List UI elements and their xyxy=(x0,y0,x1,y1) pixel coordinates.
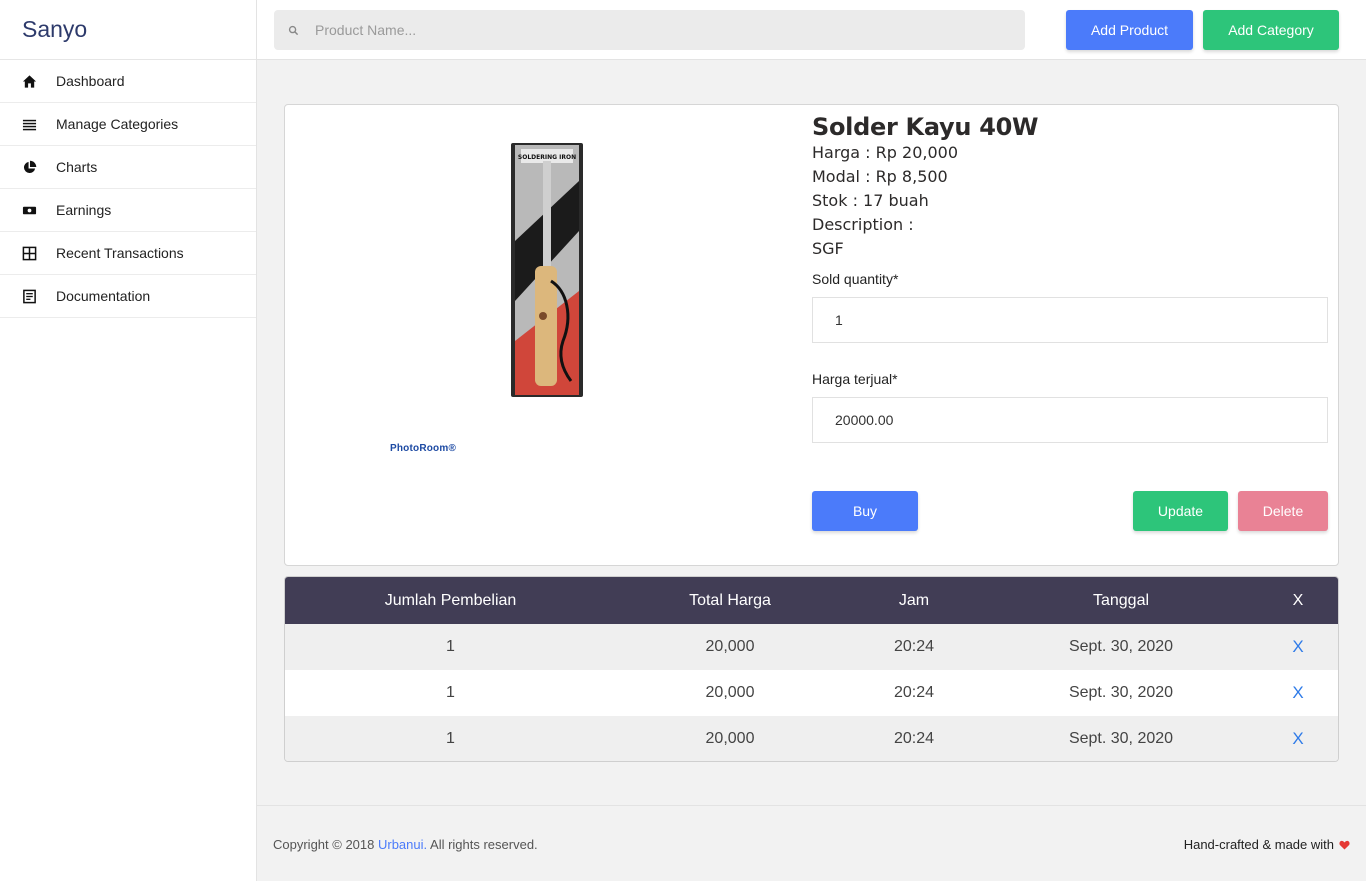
sold-quantity-field[interactable] xyxy=(812,297,1328,343)
cell-tanggal: Sept. 30, 2020 xyxy=(1068,638,1174,655)
product-title: Solder Kayu 40W xyxy=(812,113,1039,141)
product-stock: Stok : 17 buah xyxy=(812,191,929,210)
delete-row-link[interactable]: X xyxy=(1292,683,1303,703)
cell-jumlah: 1 xyxy=(446,684,455,701)
harga-terjual-field[interactable] xyxy=(812,397,1328,443)
cell-total: 20,000 xyxy=(705,684,755,701)
search-icon xyxy=(288,24,300,36)
table-row: 1 20,000 20:24 Sept. 30, 2020 X xyxy=(285,716,1338,761)
sidebar-item-label: Manage Categories xyxy=(56,116,179,132)
urbanui-link[interactable]: Urbanui. xyxy=(378,837,427,852)
update-button[interactable]: Update xyxy=(1133,491,1228,531)
buy-button[interactable]: Buy xyxy=(812,491,918,531)
header-x: X xyxy=(1292,591,1304,609)
product-info: Solder Kayu 40W Harga : Rp 20,000 Modal … xyxy=(812,113,1332,261)
home-icon xyxy=(21,73,37,89)
cell-jam: 20:24 xyxy=(893,730,935,747)
product-image: SOLDERING IRON xyxy=(511,143,583,397)
copyright-suffix: All rights reserved. xyxy=(427,837,538,852)
sidebar-item-dashboard[interactable]: Dashboard xyxy=(0,60,256,103)
harga-terjual-label: Harga terjual* xyxy=(812,371,898,387)
sidebar-item-label: Recent Transactions xyxy=(56,245,184,261)
sidebar-nav: Dashboard Manage Categories Charts Earni… xyxy=(0,60,256,318)
document-icon xyxy=(21,288,37,304)
grid-icon xyxy=(21,245,37,261)
cell-total: 20,000 xyxy=(705,730,755,747)
cell-jam: 20:24 xyxy=(893,638,935,655)
sidebar-item-documentation[interactable]: Documentation xyxy=(0,275,256,318)
copyright-text: Copyright © 2018 Urbanui. All rights res… xyxy=(273,837,538,852)
header-total-harga: Total Harga xyxy=(689,591,771,609)
sidebar-item-earnings[interactable]: Earnings xyxy=(0,189,256,232)
sidebar-item-manage-categories[interactable]: Manage Categories xyxy=(0,103,256,146)
delete-row-link[interactable]: X xyxy=(1292,637,1303,657)
add-category-button[interactable]: Add Category xyxy=(1203,10,1339,50)
cell-total: 20,000 xyxy=(705,638,755,655)
cell-jam: 20:24 xyxy=(893,684,935,701)
cell-tanggal: Sept. 30, 2020 xyxy=(1068,730,1174,747)
product-price: Harga : Rp 20,000 xyxy=(812,143,958,162)
package-label: SOLDERING IRON xyxy=(518,154,576,161)
cell-jumlah: 1 xyxy=(446,638,455,655)
table-row: 1 20,000 20:24 Sept. 30, 2020 X xyxy=(285,624,1338,670)
product-description: SGF xyxy=(812,239,844,258)
made-with-label: Hand-crafted & made with xyxy=(1183,837,1334,852)
header-tanggal: Tanggal xyxy=(1092,591,1150,609)
table-row: 1 20,000 20:24 Sept. 30, 2020 X xyxy=(285,670,1338,716)
top-bar: Add Product Add Category xyxy=(257,0,1366,60)
transactions-table: Jumlah Pembelian Total Harga Jam Tanggal… xyxy=(284,576,1339,762)
money-icon xyxy=(21,202,37,218)
sidebar: Sanyo Dashboard Manage Categories Charts… xyxy=(0,0,257,881)
sidebar-item-charts[interactable]: Charts xyxy=(0,146,256,189)
header-jam: Jam xyxy=(898,591,930,609)
sidebar-item-label: Earnings xyxy=(56,202,112,218)
sold-quantity-label: Sold quantity* xyxy=(812,271,899,287)
copyright-prefix: Copyright © 2018 xyxy=(273,837,378,852)
header-jumlah-pembelian: Jumlah Pembelian xyxy=(384,591,517,609)
sidebar-item-label: Dashboard xyxy=(56,73,125,89)
photoroom-watermark: PhotoRoom® xyxy=(390,443,457,454)
sidebar-item-recent-transactions[interactable]: Recent Transactions xyxy=(0,232,256,275)
heart-icon xyxy=(1339,840,1350,850)
delete-row-link[interactable]: X xyxy=(1292,729,1303,749)
sidebar-item-label: Documentation xyxy=(56,288,151,304)
menu-lines-icon xyxy=(21,116,37,132)
search-bar xyxy=(274,10,1025,50)
product-description-label: Description : xyxy=(812,215,914,234)
pie-chart-icon xyxy=(21,159,37,175)
table-header: Jumlah Pembelian Total Harga Jam Tanggal… xyxy=(285,577,1338,624)
product-cost: Modal : Rp 8,500 xyxy=(812,167,948,186)
cell-tanggal: Sept. 30, 2020 xyxy=(1068,684,1174,701)
search-input[interactable] xyxy=(315,22,995,38)
made-with-text: Hand-crafted & made with xyxy=(1184,837,1350,852)
footer: Copyright © 2018 Urbanui. All rights res… xyxy=(257,805,1366,881)
sidebar-item-label: Charts xyxy=(56,159,98,175)
product-card: SOLDERING IRON PhotoRoom® Solder Kayu 40… xyxy=(284,104,1339,566)
add-product-button[interactable]: Add Product xyxy=(1066,10,1193,50)
cell-jumlah: 1 xyxy=(446,730,455,747)
delete-button[interactable]: Delete xyxy=(1238,491,1328,531)
brand-logo[interactable]: Sanyo xyxy=(0,0,256,60)
